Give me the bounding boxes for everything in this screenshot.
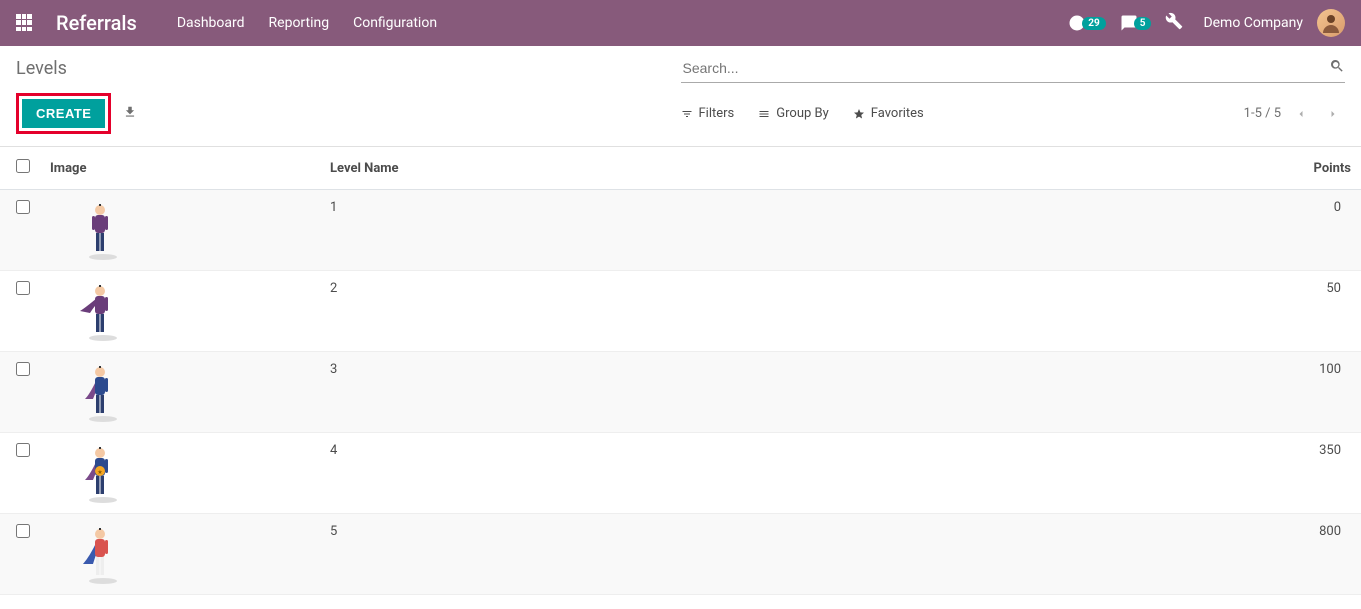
- filters-label: Filters: [699, 106, 735, 121]
- breadcrumb-title: Levels: [16, 54, 681, 83]
- level-image: [70, 524, 130, 584]
- svg-text:★: ★: [97, 469, 102, 476]
- row-checkbox[interactable]: [16, 362, 30, 376]
- cell-levelname: 3: [320, 352, 951, 433]
- cell-points: 800: [951, 514, 1361, 595]
- search-bar: [681, 54, 1346, 83]
- timer-icon[interactable]: 29: [1068, 14, 1105, 32]
- cell-levelname: 2: [320, 271, 951, 352]
- apps-icon[interactable]: [16, 14, 34, 32]
- cell-levelname: 1: [320, 190, 951, 271]
- export-icon[interactable]: [123, 105, 137, 123]
- messages-badge: 5: [1134, 17, 1152, 30]
- col-points[interactable]: Points: [951, 147, 1361, 190]
- filter-icon: [681, 108, 693, 120]
- table-row[interactable]: 1 0: [0, 190, 1361, 271]
- nav-link-reporting[interactable]: Reporting: [269, 15, 330, 31]
- cell-levelname: 4: [320, 433, 951, 514]
- table-row[interactable]: 5 800: [0, 514, 1361, 595]
- row-checkbox[interactable]: [16, 200, 30, 214]
- cell-points: 100: [951, 352, 1361, 433]
- groupby-button[interactable]: Group By: [758, 106, 829, 121]
- table-row[interactable]: 3 100: [0, 352, 1361, 433]
- cell-points: 50: [951, 271, 1361, 352]
- pager-text: 1-5 / 5: [1244, 106, 1281, 121]
- col-image[interactable]: Image: [40, 147, 320, 190]
- star-icon: [853, 108, 865, 120]
- devtools-icon[interactable]: [1165, 12, 1183, 34]
- level-image: [70, 200, 130, 260]
- chevron-right-icon: [1327, 108, 1339, 120]
- col-levelname[interactable]: Level Name: [320, 147, 951, 190]
- select-all-checkbox[interactable]: [16, 159, 30, 173]
- favorites-label: Favorites: [871, 106, 924, 121]
- cell-points: 0: [951, 190, 1361, 271]
- cell-levelname: 5: [320, 514, 951, 595]
- table-row[interactable]: ★ 4 350: [0, 433, 1361, 514]
- pager-next[interactable]: [1321, 102, 1345, 126]
- row-checkbox[interactable]: [16, 443, 30, 457]
- search-icon[interactable]: [1329, 58, 1345, 78]
- cell-points: 350: [951, 433, 1361, 514]
- create-button-highlight: Create: [16, 93, 111, 134]
- level-image: [70, 362, 130, 422]
- levels-table: Image Level Name Points 1 0 2 50: [0, 147, 1361, 595]
- timer-badge: 29: [1082, 17, 1105, 30]
- level-image: ★: [70, 443, 130, 503]
- row-checkbox[interactable]: [16, 281, 30, 295]
- groupby-icon: [758, 108, 770, 120]
- nav-link-configuration[interactable]: Configuration: [353, 15, 437, 31]
- favorites-button[interactable]: Favorites: [853, 106, 924, 121]
- search-input[interactable]: [681, 56, 1330, 80]
- top-navbar: Referrals Dashboard Reporting Configurat…: [0, 0, 1361, 46]
- filters-button[interactable]: Filters: [681, 106, 735, 121]
- nav-link-dashboard[interactable]: Dashboard: [177, 15, 245, 31]
- groupby-label: Group By: [776, 106, 829, 121]
- pager-prev[interactable]: [1289, 102, 1313, 126]
- level-image: [70, 281, 130, 341]
- nav-links: Dashboard Reporting Configuration: [177, 15, 437, 31]
- create-button[interactable]: Create: [22, 99, 105, 128]
- app-brand[interactable]: Referrals: [56, 11, 137, 35]
- row-checkbox[interactable]: [16, 524, 30, 538]
- user-avatar[interactable]: [1317, 9, 1345, 37]
- control-panel: Levels Create Filters: [0, 46, 1361, 147]
- company-name[interactable]: Demo Company: [1203, 15, 1303, 31]
- chevron-left-icon: [1295, 108, 1307, 120]
- table-row[interactable]: 2 50: [0, 271, 1361, 352]
- messages-icon[interactable]: 5: [1120, 14, 1152, 32]
